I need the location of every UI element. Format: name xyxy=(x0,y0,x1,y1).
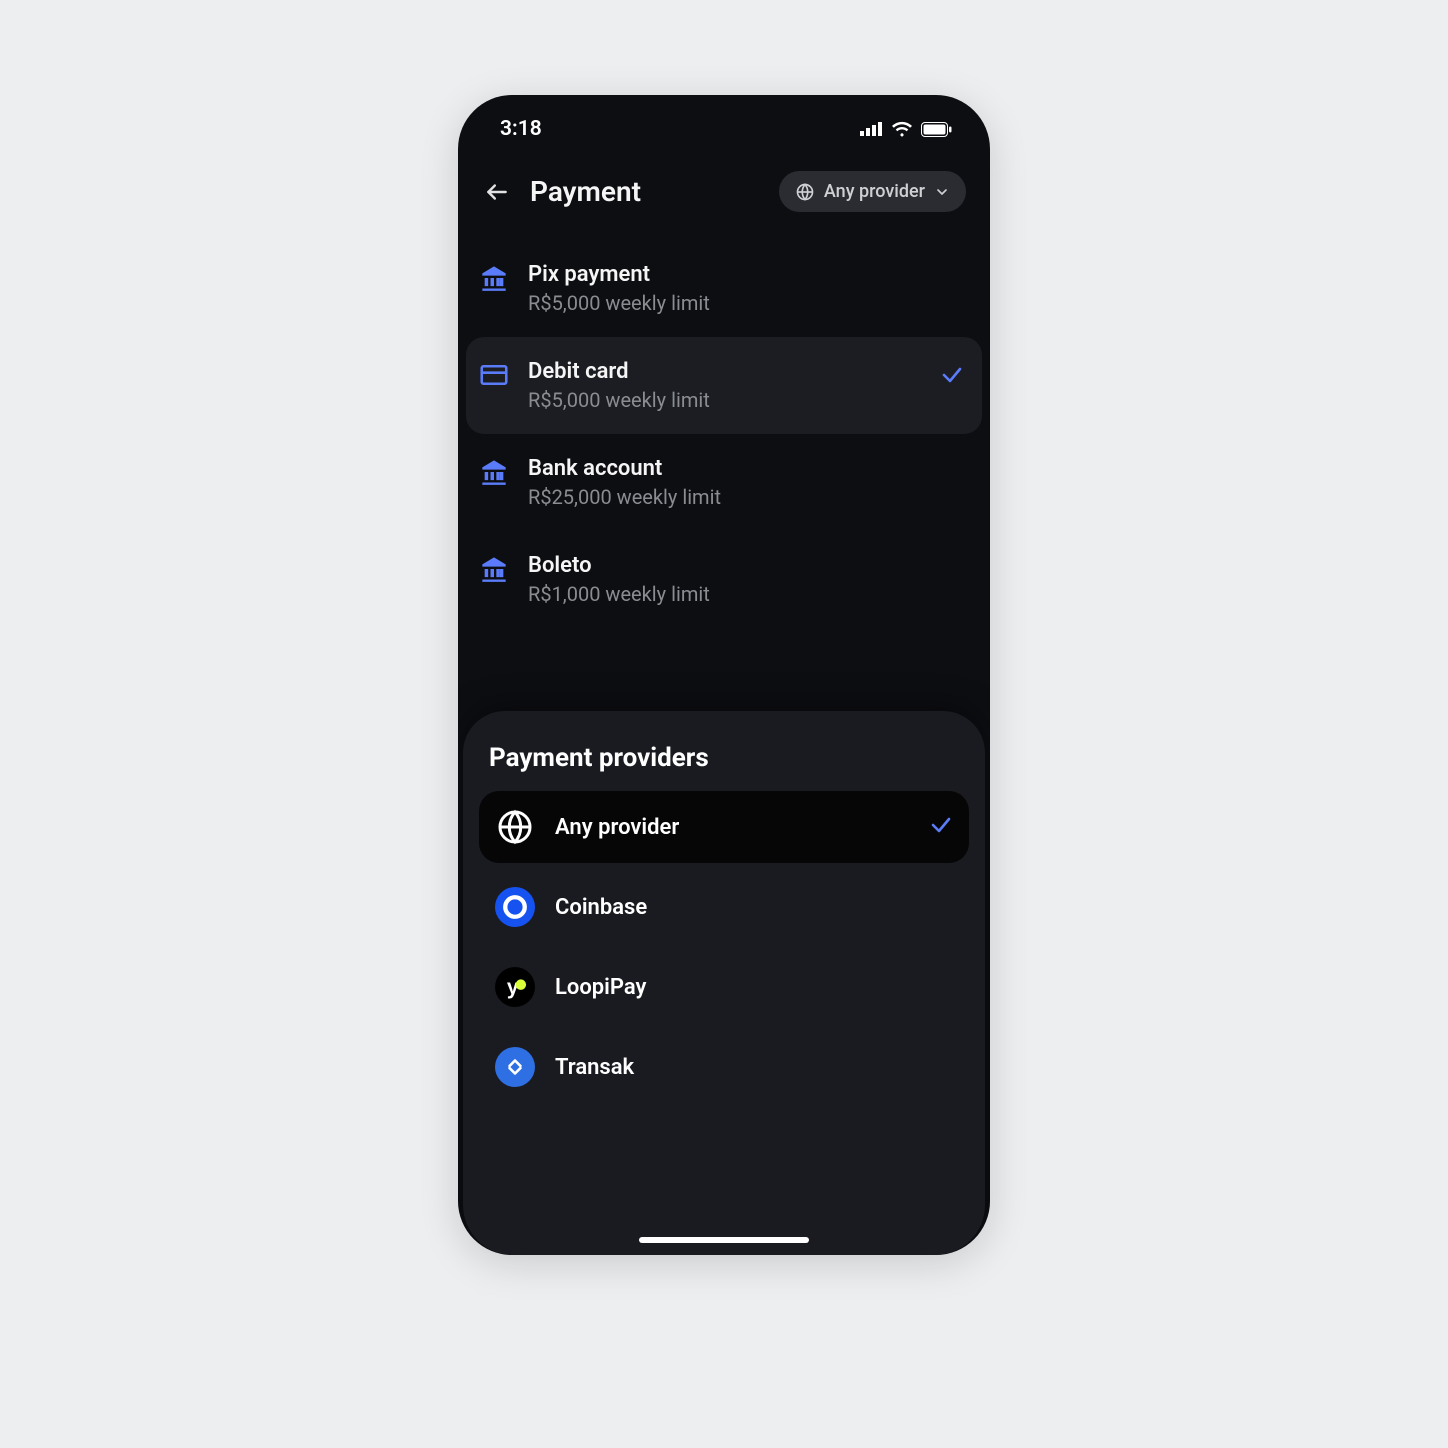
method-item-pix[interactable]: Pix payment R$5,000 weekly limit xyxy=(466,240,982,337)
provider-label: Any provider xyxy=(555,815,909,840)
method-title: Bank account xyxy=(528,456,964,481)
provider-item-loopipay[interactable]: y LoopiPay xyxy=(479,951,969,1023)
bank-icon xyxy=(480,264,508,292)
provider-list: Any provider Coinbase y LoopiPay xyxy=(479,791,969,1103)
battery-icon xyxy=(921,122,952,137)
method-subtitle: R$5,000 weekly limit xyxy=(528,388,920,412)
provider-label: Transak xyxy=(555,1055,953,1080)
method-title: Debit card xyxy=(528,359,920,384)
provider-item-transak[interactable]: Transak xyxy=(479,1031,969,1103)
card-icon xyxy=(480,361,508,389)
method-subtitle: R$1,000 weekly limit xyxy=(528,582,964,606)
back-button[interactable] xyxy=(482,177,512,207)
check-icon xyxy=(929,813,953,841)
bank-icon xyxy=(480,555,508,583)
status-bar: 3:18 xyxy=(458,95,990,151)
provider-sheet: Payment providers Any provider Coinbase xyxy=(463,711,985,1255)
chevron-down-icon xyxy=(934,184,950,200)
status-time: 3:18 xyxy=(500,117,542,141)
provider-label: LoopiPay xyxy=(555,975,953,1000)
transak-icon xyxy=(495,1047,535,1087)
method-subtitle: R$25,000 weekly limit xyxy=(528,485,964,509)
payment-methods-list: Pix payment R$5,000 weekly limit Debit c… xyxy=(458,230,990,628)
method-title: Boleto xyxy=(528,553,964,578)
arrow-left-icon xyxy=(484,179,510,205)
globe-icon xyxy=(795,182,815,202)
provider-filter-pill[interactable]: Any provider xyxy=(779,171,966,212)
page-title: Payment xyxy=(530,175,761,208)
status-indicators xyxy=(860,121,952,137)
provider-item-coinbase[interactable]: Coinbase xyxy=(479,871,969,943)
coinbase-icon xyxy=(495,887,535,927)
phone-frame: 3:18 Payment Any provider xyxy=(458,95,990,1255)
globe-icon xyxy=(495,807,535,847)
method-title: Pix payment xyxy=(528,262,964,287)
provider-filter-label: Any provider xyxy=(824,181,925,202)
header: Payment Any provider xyxy=(458,151,990,230)
provider-label: Coinbase xyxy=(555,895,953,920)
check-icon xyxy=(940,363,964,391)
cellular-icon xyxy=(860,122,883,136)
method-item-debit[interactable]: Debit card R$5,000 weekly limit xyxy=(466,337,982,434)
provider-item-any[interactable]: Any provider xyxy=(479,791,969,863)
method-subtitle: R$5,000 weekly limit xyxy=(528,291,964,315)
bank-icon xyxy=(480,458,508,486)
method-item-bank[interactable]: Bank account R$25,000 weekly limit xyxy=(466,434,982,531)
wifi-icon xyxy=(891,121,913,137)
sheet-title: Payment providers xyxy=(479,743,969,773)
loopipay-icon: y xyxy=(495,967,535,1007)
method-item-boleto[interactable]: Boleto R$1,000 weekly limit xyxy=(466,531,982,628)
home-indicator xyxy=(639,1237,809,1243)
